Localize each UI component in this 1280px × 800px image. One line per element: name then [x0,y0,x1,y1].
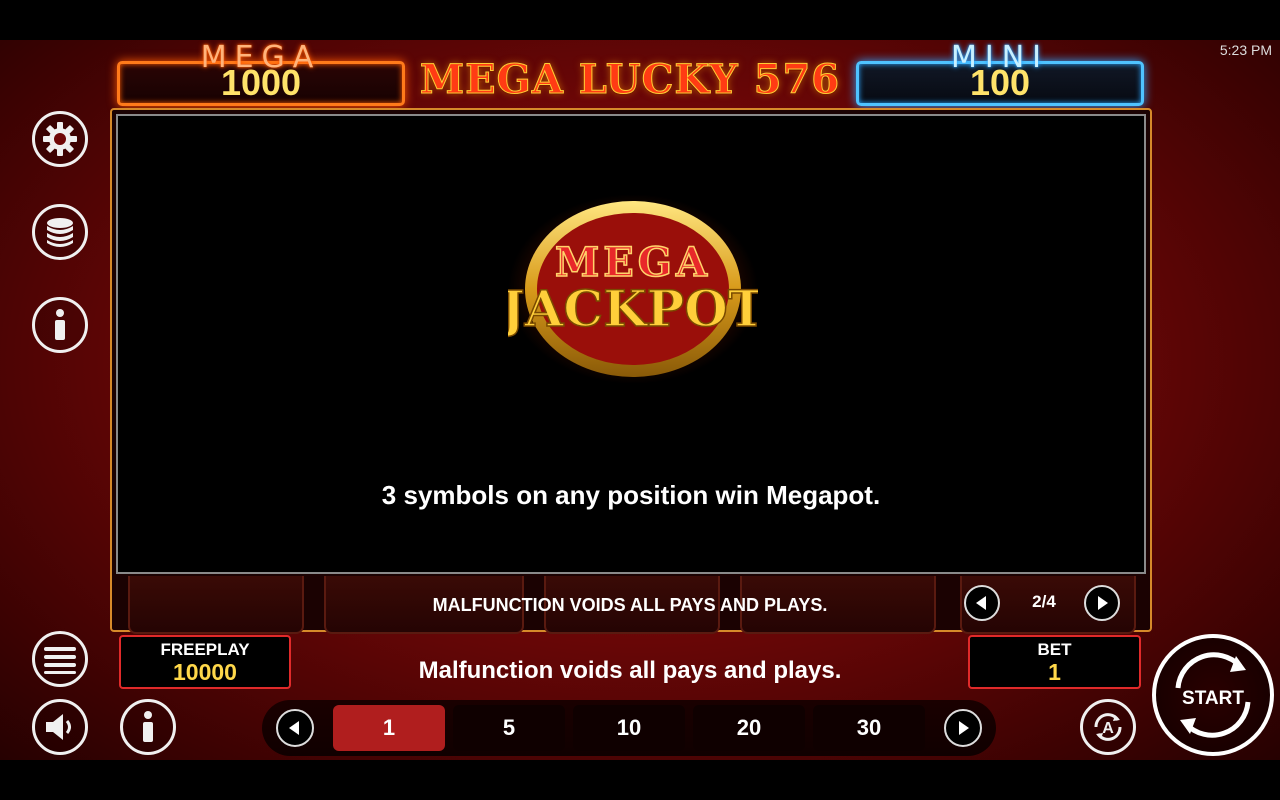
freeplay-value: 10000 [173,659,237,685]
freeplay-label: FREEPLAY [160,640,250,659]
bet-decrease-button[interactable] [276,709,314,747]
speaker-icon [46,714,71,740]
bet-display: BET 1 [968,635,1141,689]
chevron-left-icon [289,721,299,735]
bank-button[interactable] [32,204,88,260]
info-icon [143,711,153,742]
freeplay-display: FREEPLAY 10000 [119,635,291,689]
mega-jackpot-label: MEGA [200,40,322,75]
next-page-button[interactable] [1084,585,1120,621]
chevron-right-icon [1098,596,1108,610]
info-icon [55,309,65,340]
bet-option[interactable]: 10 [573,705,685,751]
sound-button[interactable] [32,699,88,755]
start-button[interactable]: START [1152,634,1274,756]
mini-jackpot-display: MINI 100 [856,40,1144,106]
svg-text:A: A [1102,720,1114,737]
mega-jackpot-display: MEGA 1000 [117,40,405,106]
bet-increase-button[interactable] [944,709,982,747]
bet-label: BET [1037,640,1072,659]
game-info-button[interactable] [120,699,176,755]
logo-jackpot-text: JACKPOT [508,279,758,338]
paytable-description: 3 symbols on any position win Megapot. [381,480,881,510]
settings-button[interactable] [32,111,88,167]
paytable-pager: 2/4 [962,583,1126,623]
reel-column [128,576,304,634]
bet-option[interactable]: 1 [333,705,445,751]
start-label: START [1182,688,1244,709]
paytable-info-button[interactable] [32,297,88,353]
game-screen: 5:23 PM MEGA 1000 MEGA LUCKY 576 MINI 10… [0,40,1280,760]
paytable-page: MEGA JACKPOT 3 symbols on any position w… [116,114,1146,574]
chevron-left-icon [976,596,986,610]
page-indicator: 2/4 [1032,592,1056,611]
mini-jackpot-label: MINI [950,40,1050,75]
game-title: MEGA LUCKY 576 [419,56,841,104]
previous-page-button[interactable] [964,585,1000,621]
coin-stack-icon [47,218,73,247]
reel-malfunction-notice: MALFUNCTION VOIDS ALL PAYS AND PLAYS. [432,595,828,615]
autoplay-button[interactable]: A [1080,699,1136,755]
bet-option[interactable]: 5 [453,705,565,751]
bottom-message: Malfunction voids all pays and plays. [418,657,842,684]
bet-option[interactable]: 20 [693,705,805,751]
mega-jackpot-logo: MEGA JACKPOT [508,194,758,384]
bet-option[interactable]: 30 [813,705,925,751]
autoplay-icon: A [1094,713,1122,741]
gear-icon [43,122,77,156]
menu-button[interactable] [32,631,88,687]
chevron-right-icon [959,721,969,735]
status-clock: 5:23 PM [1219,42,1272,58]
bet-value: 1 [1048,659,1061,685]
bet-selector: 1 5 10 20 30 [262,700,996,756]
menu-icon [44,647,76,674]
